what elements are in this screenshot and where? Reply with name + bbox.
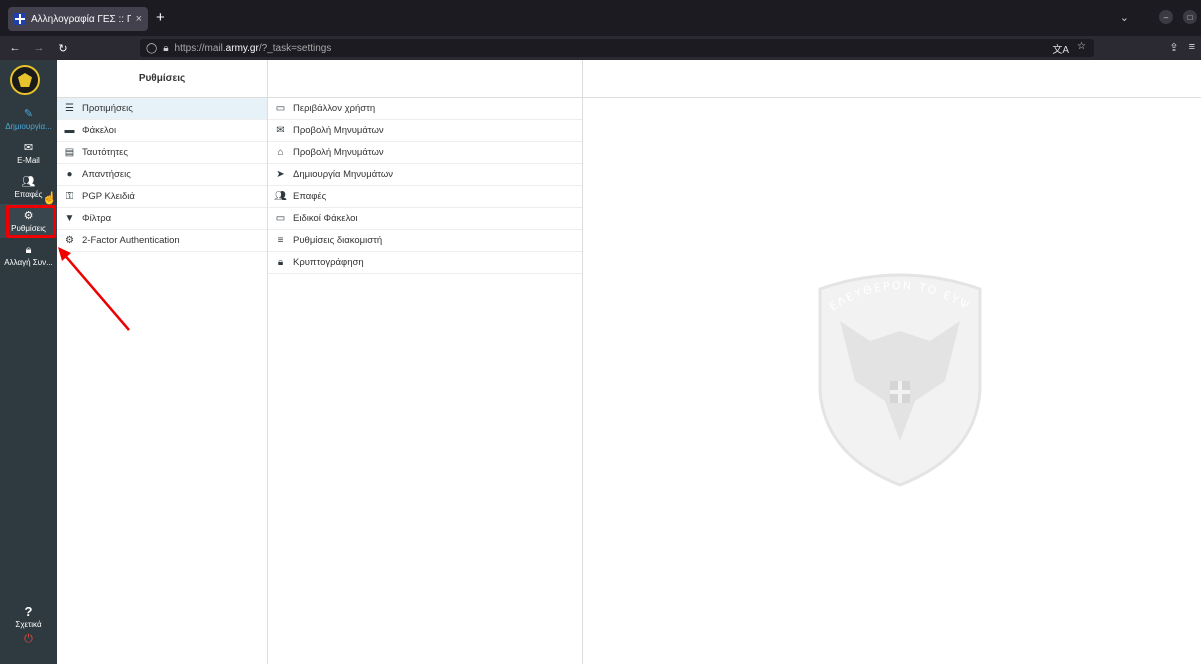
menu-icon[interactable]: ≡ (1189, 41, 1195, 54)
favicon-icon (14, 13, 26, 25)
preferences-section-label: Δημιουργία Μηνυμάτων (293, 169, 393, 180)
bookmark-star-icon[interactable]: ☆ (1077, 41, 1086, 56)
filter-icon: ▼ (64, 213, 75, 224)
preferences-section-row[interactable]: ➤ Δημιουργία Μηνυμάτων (268, 164, 582, 186)
preferences-section-label: Περιβάλλον χρήστη (293, 103, 376, 114)
settings-section-label: PGP Κλειδιά (82, 191, 135, 202)
inbox-icon: ⌂ (277, 147, 284, 158)
translate-icon[interactable]: 文A (1052, 41, 1069, 56)
webmail-app: ✎ Δημιουργία... ✉ E-Mail 👥︎ Επαφές ⚙ Ρυθ… (0, 60, 1201, 664)
preferences-section-label: Ειδικοί Φάκελοι (293, 213, 358, 224)
preferences-section-row[interactable]: ⌂ Προβολή Μηνυμάτων (268, 142, 582, 164)
settings-section-row[interactable]: ▼ Φίλτρα (57, 208, 267, 230)
compose-icon: ✎ (23, 107, 34, 120)
tab-title: Αλληλογραφία ΓΕΣ :: Προ (31, 13, 131, 25)
nav-logout[interactable]: ⏻ (0, 628, 57, 650)
gear-icon: ⚙ (65, 235, 74, 246)
nav-mail[interactable]: ✉ E-Mail (0, 136, 57, 170)
preferences-section-row[interactable]: 🔒︎ Κρυπτογράφηση (268, 252, 582, 274)
settings-section-row[interactable]: ⚙ 2-Factor Authentication (57, 230, 267, 252)
folder-outline-icon: ▭ (275, 213, 286, 224)
url-text: https://mail.army.gr/?_task=settings (174, 42, 332, 54)
tab-list-chevron-icon[interactable]: ⌄ (1120, 11, 1129, 24)
new-tab-button[interactable]: + (156, 9, 165, 27)
content-header (583, 60, 1201, 98)
settings-section-label: Ταυτότητες (82, 147, 128, 158)
settings-highlight-box (6, 205, 56, 238)
nav-compose[interactable]: ✎ Δημιουργία... (0, 102, 57, 136)
browser-nav-bar: ← → ↻ ◯ 🔒︎ https://mail.army.gr/?_task=s… (0, 36, 1201, 60)
preferences-section-label: Κρυπτογράφηση (293, 257, 364, 268)
settings-section-row[interactable]: ▤ Ταυτότητες (57, 142, 267, 164)
padlock-icon[interactable]: 🔒︎ (163, 43, 168, 54)
settings-sections-list: Ρυθμίσεις ☰ Προτιμήσεις ▬ Φάκελοι ▤ Ταυτότητε… (57, 60, 268, 664)
lock-icon: 🔒︎ (25, 243, 32, 256)
envelope-icon: ✉ (23, 141, 34, 154)
monitor-icon: ▭ (275, 103, 286, 114)
preferences-sections-list: ▭ Περιβάλλον χρήστη ✉ Προβολή Μηνυμάτων ⌂ Προ… (268, 60, 583, 664)
preferences-section-label: Προβολή Μηνυμάτων (293, 125, 384, 136)
shield-icon[interactable]: ◯ (146, 43, 157, 54)
reload-icon[interactable]: ↻ (54, 42, 72, 55)
envelope-icon: ✉ (276, 125, 285, 136)
left-navigation: ✎ Δημιουργία... ✉ E-Mail 👥︎ Επαφές ⚙ Ρυθ… (0, 60, 57, 664)
preferences-section-row[interactable]: ✉ Προβολή Μηνυμάτων (268, 120, 582, 142)
users-icon: 👥︎ (21, 175, 36, 188)
comment-icon: ● (66, 169, 73, 180)
settings-section-row[interactable]: ● Απαντήσεις (57, 164, 267, 186)
power-icon: ⏻ (24, 633, 33, 645)
lock-icon: 🔒︎ (277, 257, 284, 268)
settings-section-label: Φάκελοι (82, 125, 117, 136)
browser-tab[interactable]: Αλληλογραφία ΓΕΣ :: Προ × (8, 7, 148, 31)
server-icon: ≡ (277, 235, 284, 246)
paper-plane-icon: ➤ (276, 169, 285, 180)
forward-arrow-icon[interactable]: → (30, 42, 48, 54)
preferences-section-row[interactable]: ≡ Ρυθμίσεις διακομιστή (268, 230, 582, 252)
preferences-section-label: Επαφές (293, 191, 327, 202)
share-icon[interactable]: ⇪ (1169, 41, 1178, 54)
settings-section-row[interactable]: ▬ Φάκελοι (57, 120, 267, 142)
hand-cursor-icon: ☝ (42, 191, 57, 205)
preferences-header (268, 60, 582, 98)
preferences-section-row[interactable]: ▭ Περιβάλλον χρήστη (268, 98, 582, 120)
id-card-icon: ▤ (64, 147, 75, 158)
preferences-section-label: Ρυθμίσεις διακομιστή (293, 235, 383, 246)
back-arrow-icon[interactable]: ← (6, 42, 24, 54)
settings-section-label: Φίλτρα (82, 213, 112, 224)
minimize-window-icon[interactable]: – (1159, 10, 1173, 24)
question-icon: ? (24, 603, 33, 619)
sliders-icon: ☰ (65, 103, 74, 114)
nav-change-password[interactable]: 🔒︎ Αλλαγή Συν... (0, 238, 57, 272)
settings-header: Ρυθμίσεις (57, 60, 267, 98)
content-pane: ΕΛΕΥΘΕΡΟΝ ΤΟ ΕΥΨΥΧΟΝ (583, 60, 1201, 664)
key-icon: ⚿ (65, 191, 74, 202)
preferences-section-label: Προβολή Μηνυμάτων (293, 147, 384, 158)
preferences-section-row[interactable]: 👥︎ Επαφές (268, 186, 582, 208)
maximize-window-icon[interactable]: □ (1183, 10, 1197, 24)
tab-close-icon[interactable]: × (136, 13, 142, 25)
users-icon: 👥︎ (274, 191, 287, 202)
folder-icon: ▬ (64, 125, 75, 136)
settings-section-label: 2-Factor Authentication (82, 235, 180, 246)
settings-section-row[interactable]: ☰ Προτιμήσεις (57, 98, 267, 120)
settings-section-row[interactable]: ⚿ PGP Κλειδιά (57, 186, 267, 208)
army-logo[interactable] (10, 65, 40, 95)
settings-section-label: Προτιμήσεις (82, 103, 133, 114)
browser-tab-bar: Αλληλογραφία ΓΕΣ :: Προ × + ⌄ – □ (0, 0, 1201, 36)
preferences-section-row[interactable]: ▭ Ειδικοί Φάκελοι (268, 208, 582, 230)
url-bar[interactable]: ◯ 🔒︎ https://mail.army.gr/?_task=setting… (140, 39, 1094, 57)
army-emblem-watermark: ΕΛΕΥΘΕΡΟΝ ΤΟ ΕΥΨΥΧΟΝ (810, 271, 982, 487)
settings-section-label: Απαντήσεις (82, 169, 131, 180)
